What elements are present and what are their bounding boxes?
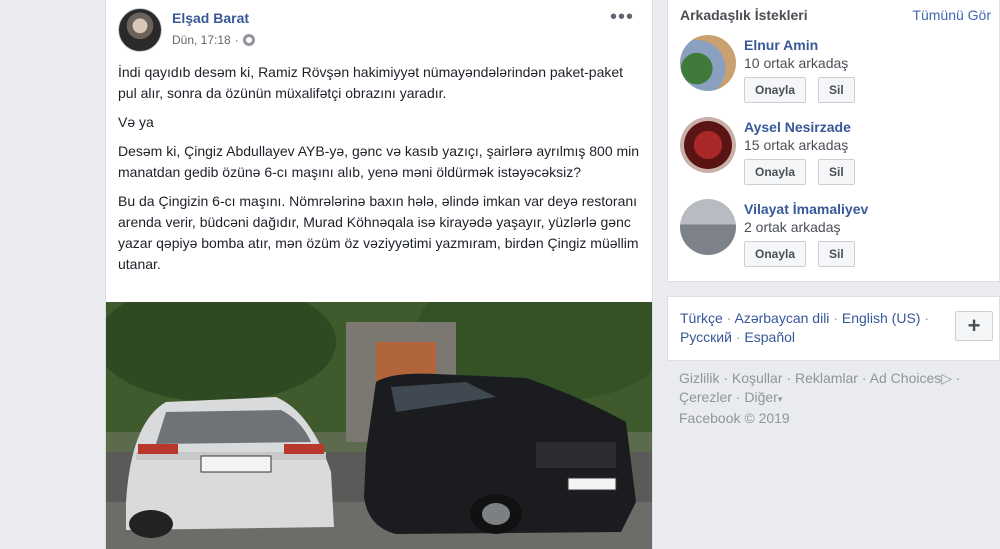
footer-link-ad-choices[interactable]: Ad Choices <box>870 370 942 386</box>
confirm-request-button[interactable]: Onayla <box>744 159 807 185</box>
separator: · <box>726 310 732 326</box>
language-link-turkish[interactable]: Türkçe <box>680 310 723 326</box>
mutual-friends-count[interactable]: 2 ortak arkadaş <box>744 219 841 235</box>
cars-photo-illustration <box>106 302 652 549</box>
copyright: Facebook © 2019 <box>679 410 790 426</box>
post-timestamp[interactable]: Dün, 17:18 <box>172 33 231 47</box>
author-avatar[interactable] <box>118 8 162 52</box>
footer-link-more[interactable]: Diğer <box>744 389 777 405</box>
separator: · <box>861 370 867 386</box>
news-feed-post: Elşad Barat Dün, 17:18 · ••• İndi qayıdı… <box>105 0 653 549</box>
post-paragraph: Və ya <box>118 114 154 130</box>
post-meta: Dün, 17:18 · <box>172 33 255 47</box>
post-body: İndi qayıdıb desəm ki, Ramiz Rövşən haki… <box>118 62 642 283</box>
separator: · <box>833 310 838 326</box>
post-paragraph: İndi qayıdıb desəm ki, Ramiz Rövşən haki… <box>118 64 624 101</box>
confirm-request-button[interactable]: Onayla <box>744 77 807 103</box>
globe-icon[interactable] <box>242 34 255 46</box>
delete-request-button[interactable]: Sil <box>818 241 855 267</box>
more-options-icon[interactable]: ••• <box>610 7 634 27</box>
mutual-friends-count[interactable]: 15 ortak arkadaş <box>744 137 848 153</box>
requester-avatar[interactable] <box>680 117 736 173</box>
footer-links: Gizlilik · Koşullar · Reklamlar · Ad Cho… <box>679 369 989 409</box>
friend-request-item: Aysel Nesirzade 15 ortak arkadaş Onayla … <box>680 117 990 189</box>
language-list: Türkçe · Azərbaycan dili · English (US) … <box>680 309 942 347</box>
meta-separator: · <box>234 33 239 47</box>
post-header: Elşad Barat Dün, 17:18 · ••• <box>118 7 642 54</box>
footer-link-privacy[interactable]: Gizlilik <box>679 370 719 386</box>
dropdown-caret-icon: ▾ <box>777 394 783 404</box>
separator: · <box>723 370 729 386</box>
language-link-spanish[interactable]: Español <box>744 329 795 345</box>
language-link-russian[interactable]: Русский <box>680 329 732 345</box>
separator: · <box>735 329 741 345</box>
page-footer: Gizlilik · Koşullar · Reklamlar · Ad Cho… <box>679 369 989 428</box>
separator: · <box>924 310 930 326</box>
more-languages-button[interactable]: + <box>955 311 993 341</box>
requester-avatar[interactable] <box>680 35 736 91</box>
post-photo[interactable] <box>106 302 652 549</box>
mutual-friends-count[interactable]: 10 ortak arkadaş <box>744 55 848 71</box>
footer-link-ads[interactable]: Reklamlar <box>795 370 858 386</box>
post-paragraph: Bu da Çingizin 6-cı maşını. Nömrələrinə … <box>118 193 639 272</box>
see-all-link[interactable]: Tümünü Gör <box>912 7 991 23</box>
separator: · <box>786 370 792 386</box>
delete-request-button[interactable]: Sil <box>818 159 855 185</box>
footer-link-terms[interactable]: Koşullar <box>732 370 783 386</box>
footer-link-cookies[interactable]: Çerezler <box>679 389 732 405</box>
friend-requests-panel: Arkadaşlık İstekleri Tümünü Gör Elnur Am… <box>667 0 1000 282</box>
requester-name[interactable]: Vilayat İmamaliyev <box>744 201 868 217</box>
post-paragraph: Desəm ki, Çingiz Abdullayev AYB-yə, gənc… <box>118 143 640 180</box>
requester-name[interactable]: Elnur Amin <box>744 37 818 53</box>
friend-request-item: Elnur Amin 10 ortak arkadaş Onayla Sil <box>680 35 990 107</box>
confirm-request-button[interactable]: Onayla <box>744 241 807 267</box>
language-link-english[interactable]: English (US) <box>842 310 921 326</box>
language-link-azerbaijani[interactable]: Azərbaycan dili <box>734 310 829 326</box>
requester-avatar[interactable] <box>680 199 736 255</box>
delete-request-button[interactable]: Sil <box>818 77 855 103</box>
friend-requests-title: Arkadaşlık İstekleri <box>680 7 808 23</box>
ad-choices-icon: ▷ <box>941 370 953 386</box>
separator: · <box>735 389 741 405</box>
post-author-name[interactable]: Elşad Barat <box>172 10 249 26</box>
separator: · <box>955 370 961 386</box>
friend-request-item: Vilayat İmamaliyev 2 ortak arkadaş Onayl… <box>680 199 990 271</box>
language-selector-panel: Türkçe · Azərbaycan dili · English (US) … <box>667 296 1000 361</box>
requester-name[interactable]: Aysel Nesirzade <box>744 119 851 135</box>
right-sidebar: Arkadaşlık İstekleri Tümünü Gör Elnur Am… <box>667 0 1000 282</box>
